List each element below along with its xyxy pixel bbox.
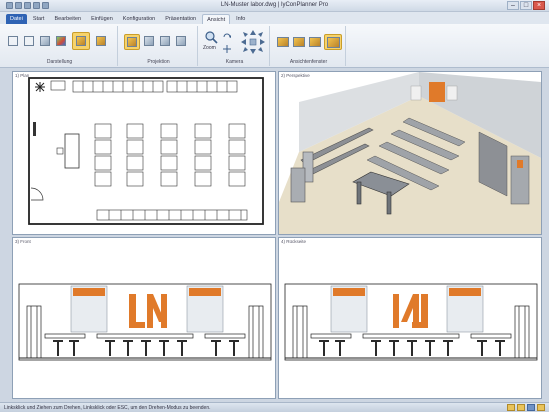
window-controls: – □ × bbox=[507, 1, 545, 10]
perspective-icon bbox=[127, 37, 137, 47]
minimize-button[interactable]: – bbox=[507, 1, 519, 10]
perspective-projection-button[interactable] bbox=[124, 34, 140, 50]
tab-start[interactable]: Start bbox=[29, 14, 49, 24]
viewport-plan[interactable]: 1) Plan bbox=[12, 71, 276, 235]
floor-plan-drawing bbox=[28, 77, 264, 225]
render-icon bbox=[96, 36, 106, 46]
single-viewport-button[interactable] bbox=[276, 36, 290, 48]
status-text: Linksklick und Ziehen zum Drehen, Linksk… bbox=[4, 405, 211, 411]
color-shaded-icon bbox=[56, 36, 66, 46]
tab-bearbeiten[interactable]: Bearbeiten bbox=[50, 14, 85, 24]
front-icon bbox=[144, 36, 154, 46]
viewport-label-back: 4) Rückseite bbox=[281, 239, 307, 244]
ortho-toggle-icon[interactable] bbox=[527, 404, 535, 411]
group-projektion: Projektion bbox=[120, 26, 198, 66]
color-view-button[interactable] bbox=[54, 34, 68, 48]
viewport-label-plan: 1) Plan bbox=[15, 73, 30, 78]
tab-einfuegen[interactable]: Einfügen bbox=[87, 14, 117, 24]
group-darstellung: Darstellung bbox=[2, 26, 118, 66]
group-label-kamera: Kamera bbox=[225, 59, 244, 65]
application-window: LN-Muster labor.dwg | lyConPlanner Pro –… bbox=[0, 0, 549, 412]
hidden-line-icon bbox=[24, 36, 34, 46]
magnifier-icon bbox=[205, 31, 218, 44]
viewport-4-icon bbox=[327, 37, 340, 48]
shaded-icon bbox=[40, 36, 50, 46]
maximize-button[interactable]: □ bbox=[520, 1, 532, 10]
viewport-front[interactable]: 3) Front bbox=[12, 237, 276, 399]
status-bar: Linksklick und Ziehen zum Drehen, Linksk… bbox=[0, 402, 549, 412]
settings-toggle-icon[interactable] bbox=[537, 404, 545, 411]
viewport-1-icon bbox=[277, 37, 289, 47]
status-icons bbox=[507, 404, 545, 411]
close-button[interactable]: × bbox=[533, 1, 545, 10]
realistic-view-button[interactable] bbox=[72, 32, 90, 50]
four-viewports-button[interactable] bbox=[324, 34, 342, 50]
group-label-projektion: Projektion bbox=[147, 59, 170, 65]
wireframe-view-button[interactable] bbox=[6, 34, 20, 48]
wireframe-icon bbox=[8, 36, 18, 46]
perspective-room-render bbox=[279, 72, 541, 234]
top-projection-button[interactable] bbox=[174, 34, 188, 48]
viewport-3-icon bbox=[309, 37, 321, 47]
tab-ansicht[interactable]: Ansicht bbox=[202, 14, 231, 24]
orbit-icon bbox=[223, 33, 231, 38]
side-icon bbox=[160, 36, 170, 46]
back-elevation-drawing bbox=[284, 283, 538, 361]
group-label-ansichtenfenster: Ansichtenfenster bbox=[289, 59, 328, 65]
camera-arrows-icon bbox=[241, 30, 265, 54]
viewport-label-front: 3) Front bbox=[15, 239, 31, 244]
render-view-button[interactable] bbox=[94, 34, 108, 48]
snap-toggle-icon[interactable] bbox=[517, 404, 525, 411]
grid-toggle-icon[interactable] bbox=[507, 404, 515, 411]
front-projection-button[interactable] bbox=[142, 34, 156, 48]
top-icon bbox=[176, 36, 186, 46]
group-kamera: Zoom Kamera bbox=[200, 26, 270, 66]
tab-praesentation[interactable]: Präsentation bbox=[161, 14, 200, 24]
title-bar: LN-Muster labor.dwg | lyConPlanner Pro –… bbox=[0, 0, 549, 12]
tab-datei[interactable]: Datei bbox=[6, 14, 27, 24]
zoom-button[interactable] bbox=[204, 30, 218, 44]
viewport-perspective[interactable]: 2) Perspektive bbox=[278, 71, 542, 235]
viewport-label-perspective: 2) Perspektive bbox=[281, 73, 310, 78]
group-label-darstellung: Darstellung bbox=[46, 59, 73, 65]
tab-konfiguration[interactable]: Konfiguration bbox=[119, 14, 159, 24]
hidden-line-button[interactable] bbox=[22, 34, 36, 48]
viewport-2-icon bbox=[293, 37, 305, 47]
ribbon: Darstellung Projektion Zoom Kamera Ansic… bbox=[0, 24, 549, 68]
pan-icon bbox=[223, 45, 231, 53]
pan-button[interactable] bbox=[222, 44, 232, 54]
realistic-icon bbox=[76, 36, 86, 46]
orbit-button[interactable] bbox=[222, 31, 232, 41]
ribbon-tabs: Datei Start Bearbeiten Einfügen Konfigur… bbox=[0, 12, 549, 24]
viewport-back[interactable]: 4) Rückseite bbox=[278, 237, 542, 399]
window-title: LN-Muster labor.dwg | lyConPlanner Pro bbox=[220, 2, 329, 8]
side-projection-button[interactable] bbox=[158, 34, 172, 48]
three-viewports-button[interactable] bbox=[308, 36, 322, 48]
shaded-view-button[interactable] bbox=[38, 34, 52, 48]
two-viewports-button[interactable] bbox=[292, 36, 306, 48]
group-ansichtenfenster: Ansichtenfenster bbox=[272, 26, 346, 66]
camera-directions-button[interactable] bbox=[240, 29, 266, 55]
front-elevation-drawing bbox=[18, 283, 272, 361]
tab-info[interactable]: Info bbox=[232, 14, 249, 24]
zoom-label: Zoom bbox=[203, 45, 216, 51]
